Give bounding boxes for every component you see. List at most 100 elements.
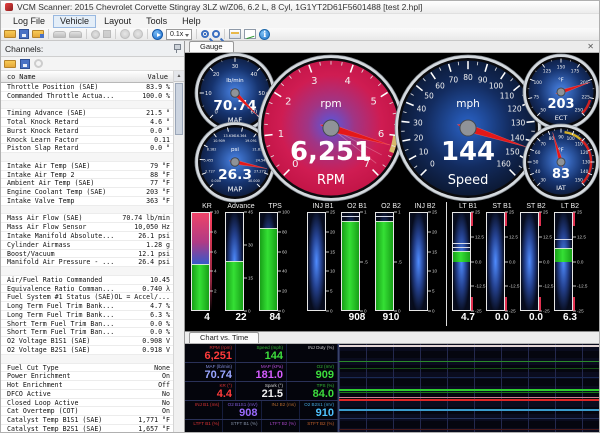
- channels-scrollbar[interactable]: ▲: [173, 71, 184, 432]
- channels-open-button-icon[interactable]: [4, 59, 16, 68]
- zoom-in-button-icon[interactable]: [201, 30, 210, 38]
- channel-value: 10,050 Hz: [134, 223, 170, 232]
- info-button-icon[interactable]: [259, 28, 271, 40]
- channel-value: 79 °F: [150, 161, 170, 170]
- channel-row[interactable]: Ambient Air Temp (SAE) 77 °F: [1, 179, 173, 189]
- channel-name: Intake Air Temp (SAE): [7, 161, 91, 170]
- table-display-button-icon[interactable]: [229, 29, 242, 39]
- replay-button-icon: [120, 29, 130, 39]
- channel-row[interactable]: Timing Advance (SAE) 21.5 °: [1, 109, 173, 119]
- channel-value: 26.1 psi: [138, 232, 170, 241]
- save-log-as-button-icon[interactable]: [32, 30, 44, 38]
- menu-tools[interactable]: Tools: [139, 15, 174, 28]
- channel-row[interactable]: Cat Overtemp (COT) On: [1, 407, 173, 417]
- channel-value: 0.0 %: [150, 328, 170, 337]
- channel-row[interactable]: O2 Voltage B1S1 (SAE) 0.908 V: [1, 337, 173, 346]
- main-area: Channels: co Name Value Throttle Positio…: [1, 41, 599, 432]
- channel-row[interactable]: Catalyst Temp B2S1 (SAE) 1,657 °F: [1, 425, 173, 432]
- channel-row[interactable]: Long Term Fuel Trim Bank... 4.7 %: [1, 302, 173, 311]
- titlebar: VCM Scanner: 2015 Chevrolet Corvette Sti…: [1, 1, 599, 14]
- svg-text:100: 100: [534, 80, 543, 86]
- play-button-icon[interactable]: [152, 28, 163, 40]
- channel-row[interactable]: Mass Air Flow Sensor 10,050 Hz: [1, 223, 173, 233]
- tab-gauge[interactable]: Gauge: [189, 41, 234, 52]
- channel-row[interactable]: Short Term Fuel Trim Ban... 0.0 %: [1, 328, 173, 338]
- channel-row[interactable]: Boost/Vacuum 12.1 psi: [1, 250, 173, 259]
- channel-row[interactable]: Mass Air Flow (SAE) 70.74 lb/min: [1, 214, 173, 224]
- menu-help[interactable]: Help: [175, 15, 208, 28]
- channel-row[interactable]: Intake Valve Temp 363 °F: [1, 197, 173, 206]
- channels-save-button-icon[interactable]: [20, 58, 30, 69]
- loop-button-icon: [133, 29, 143, 39]
- svg-text:83: 83: [552, 167, 570, 182]
- channel-row[interactable]: [1, 354, 173, 364]
- chart-trace-area[interactable]: [339, 344, 599, 432]
- playback-speed-select[interactable]: 0.1x: [166, 28, 193, 40]
- svg-text:40: 40: [417, 104, 427, 113]
- svg-text:10.909: 10.909: [213, 139, 225, 143]
- channel-value: 1.28 g: [146, 240, 170, 249]
- trace-line: [339, 429, 599, 430]
- legend-row: INJ B1 (ms) O2 B1S1 (mV) 908 INJ B2 (ms) O2 …: [185, 401, 338, 420]
- svg-text:6: 6: [378, 129, 384, 140]
- save-log-button-icon[interactable]: [19, 29, 29, 39]
- channel-row[interactable]: Closed Loop Active No: [1, 399, 173, 408]
- chart-display-button-icon[interactable]: [244, 29, 257, 39]
- channel-row[interactable]: Intake Air Temp (SAE) 79 °F: [1, 162, 173, 171]
- legend-row: RPM (rpm) 6,251 Speed (mph) 144 INJ Duty (%): [185, 344, 338, 363]
- channel-row[interactable]: Fuel Cut Type None: [1, 364, 173, 373]
- channel-row[interactable]: Fuel System #1 Status (SAE) OL = Accel/..…: [1, 293, 173, 303]
- channel-name: O2 Voltage B1S1 (SAE): [7, 337, 91, 346]
- column-header-name[interactable]: co Name: [7, 73, 36, 81]
- channel-row[interactable]: Catalyst Temp B1S1 (SAE) 1,771 °F: [1, 416, 173, 425]
- svg-text:10: 10: [419, 147, 429, 156]
- channel-row[interactable]: Equivalence Ratio Comman... 0.740 λ: [1, 285, 173, 294]
- channel-row[interactable]: Power Enrichment On: [1, 372, 173, 382]
- channel-value: 83.9 %: [146, 83, 170, 91]
- svg-text:MAP: MAP: [228, 186, 243, 194]
- channel-row[interactable]: DFCO Active No: [1, 390, 173, 399]
- channel-row[interactable]: O2 Voltage B2S1 (SAE) 0.918 V: [1, 346, 173, 355]
- channel-row[interactable]: Intake Air Temp 2 88 °F: [1, 171, 173, 180]
- channel-row[interactable]: Throttle Position (SAE) 83.9 %: [1, 83, 173, 92]
- svg-text:60: 60: [435, 82, 445, 91]
- stat-kr: KR (°) 4.4: [185, 382, 236, 400]
- channel-row[interactable]: Short Term Fuel Trim Ban... 0.0 %: [1, 320, 173, 329]
- close-icon[interactable]: ✕: [587, 42, 594, 52]
- channel-row[interactable]: Air/Fuel Ratio Commanded 10.45: [1, 276, 173, 285]
- column-header-value[interactable]: Value: [148, 73, 168, 81]
- menu-layout[interactable]: Layout: [97, 15, 138, 28]
- menu-log-file[interactable]: Log File: [6, 15, 52, 28]
- scrollbar-thumb[interactable]: [175, 83, 183, 135]
- channel-row[interactable]: Long Term Fuel Trim Bank... 6.3 %: [1, 311, 173, 320]
- channel-row[interactable]: Burst Knock Retard 0.0 °: [1, 127, 173, 136]
- tab-chart-vs-time[interactable]: Chart vs. Time: [189, 332, 260, 343]
- channel-value: 26.4 psi: [138, 258, 170, 267]
- channel-row[interactable]: [1, 267, 173, 276]
- open-log-button-icon[interactable]: [4, 30, 16, 38]
- channel-row[interactable]: Knock Learn Factor 0.11: [1, 136, 173, 145]
- channel-row[interactable]: Cylinder Airmass 1.28 g: [1, 241, 173, 250]
- app-icon: [5, 3, 13, 11]
- channel-row[interactable]: Hot Enrichment Off: [1, 381, 173, 390]
- svg-text:70: 70: [449, 75, 459, 84]
- menu-vehicle[interactable]: Vehicle: [53, 14, 97, 28]
- channel-row[interactable]: [1, 153, 173, 162]
- channel-row[interactable]: Intake Manifold Absolute... 26.1 psi: [1, 232, 173, 241]
- channels-table-header[interactable]: co Name Value: [1, 71, 184, 83]
- legend-row: MAF (lb/min) 70.74 MAP (kPa) 181.0 O2 (mV) 90…: [185, 363, 338, 382]
- channel-row[interactable]: Commanded Throttle Actua... 100.0 %: [1, 92, 173, 101]
- auto-hide-pin-icon[interactable]: [173, 44, 181, 53]
- zoom-out-button-icon[interactable]: [212, 30, 221, 38]
- channel-row[interactable]: Total Knock Retard 4.6 °: [1, 118, 173, 127]
- channel-row[interactable]: [1, 205, 173, 215]
- rpm-gauge: 0123 4567rpm6,251RPM: [257, 54, 405, 202]
- channel-row[interactable]: Engine Coolant Temp (SAE) 203 °F: [1, 188, 173, 197]
- channels-table: Throttle Position (SAE) 83.9 % Commanded T…: [1, 83, 173, 432]
- scrollbar-up-icon[interactable]: ▲: [174, 71, 184, 82]
- stat-inj-b1-ms: INJ B1 (ms): [185, 401, 224, 419]
- channel-row[interactable]: [1, 100, 173, 110]
- svg-text:160: 160: [496, 159, 511, 168]
- channel-row[interactable]: Manifold Air Pressure - ... 26.4 psi: [1, 258, 173, 268]
- channel-row[interactable]: Piston Slap Retard 0.0 °: [1, 144, 173, 154]
